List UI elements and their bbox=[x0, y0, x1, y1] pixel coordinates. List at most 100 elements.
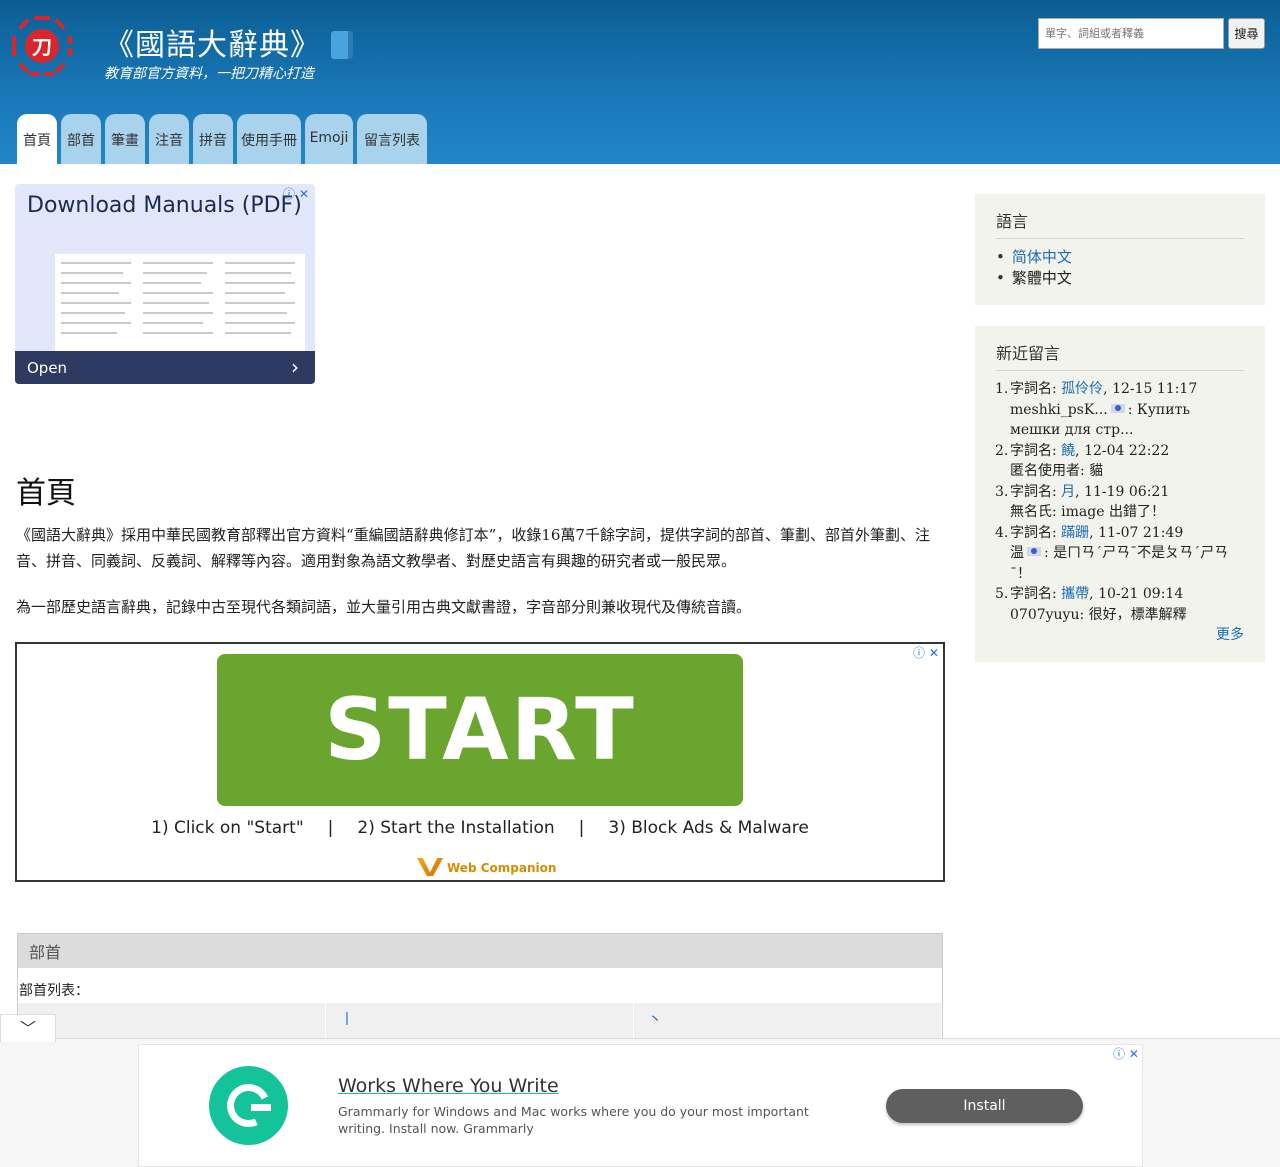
intro-paragraph: 《國語大辭典》採用中華民國教育部釋出官方資料“重編國語辭典修訂本”，收錄16萬7… bbox=[16, 526, 930, 570]
tab-emoji[interactable]: Emoji bbox=[305, 114, 353, 164]
message-number: 5. bbox=[995, 586, 1009, 602]
web-companion-logo-icon bbox=[417, 858, 443, 876]
list-item: 1. 字詞名: 孤伶伶, 12-15 11:17 meshki_psK...: … bbox=[995, 379, 1244, 441]
tab-strokes[interactable]: 筆畫 bbox=[105, 114, 145, 164]
message-word-link[interactable]: 饒 bbox=[1061, 443, 1075, 459]
ad-info-close-icon[interactable]: ⓘ ✕ bbox=[1113, 1045, 1139, 1062]
page-title: 首頁 bbox=[16, 476, 76, 511]
message-prefix: 字詞名: bbox=[1010, 586, 1057, 602]
site-title[interactable]: 《國語大辭典》 bbox=[104, 20, 353, 64]
flag-icon bbox=[1110, 403, 1125, 413]
ad-step-2: 2) Start the Installation bbox=[357, 818, 555, 838]
message-prefix: 字詞名: bbox=[1010, 524, 1057, 541]
message-user: meshki_psK... bbox=[1010, 401, 1108, 418]
language-item[interactable]: 简体中文 bbox=[996, 247, 1244, 268]
radicals-list-label: 部首列表： bbox=[19, 983, 89, 999]
language-simplified-link[interactable]: 简体中文 bbox=[1012, 248, 1072, 266]
ad-brand-name: Web Companion bbox=[447, 861, 557, 875]
ad-info-close-icon[interactable]: ⓘ ✕ bbox=[283, 185, 309, 202]
language-traditional-label: 繁體中文 bbox=[1011, 269, 1072, 287]
message-word-link[interactable]: 攜帶 bbox=[1061, 586, 1089, 602]
message-text: 貓 bbox=[1084, 463, 1104, 479]
language-box: 語言 简体中文 繁體中文 bbox=[975, 194, 1265, 305]
message-number: 1. bbox=[995, 381, 1009, 397]
message-prefix: 字詞名: bbox=[1010, 381, 1057, 397]
chevron-right-icon[interactable]: › bbox=[291, 355, 299, 379]
flag-icon bbox=[1027, 547, 1041, 556]
install-button[interactable]: Install bbox=[886, 1089, 1083, 1123]
radical-link[interactable]: 一 bbox=[18, 1003, 326, 1043]
message-text: 很好，標準解釋 bbox=[1084, 606, 1187, 623]
site-header: 刀 《國語大辭典》 教育部官方資料，一把刀精心打造 搜尋 首頁 部首 筆畫 注音… bbox=[0, 0, 1280, 164]
site-logo-icon[interactable]: 刀 bbox=[10, 14, 74, 78]
search-button[interactable]: 搜尋 bbox=[1228, 18, 1265, 49]
message-user: 温 bbox=[1010, 545, 1024, 561]
ad-headline[interactable]: Works Where You Write bbox=[338, 1075, 559, 1097]
ad-step-1: 1) Click on "Start" bbox=[151, 818, 304, 838]
site-title-text[interactable]: 《國語大辭典》 bbox=[104, 28, 321, 63]
ad-grammarly[interactable]: Works Where You Write Grammarly for Wind… bbox=[138, 1044, 1143, 1167]
chevron-down-icon[interactable]: ﹀ bbox=[20, 1019, 36, 1038]
site-subtitle: 教育部官方資料，一把刀精心打造 bbox=[104, 66, 314, 82]
language-list: 简体中文 繁體中文 bbox=[996, 247, 1244, 289]
tab-radicals[interactable]: 部首 bbox=[61, 114, 101, 164]
message-user: 匿名使用者: bbox=[1010, 463, 1085, 479]
ad-description: Grammarly for Windows and Mac works wher… bbox=[338, 1104, 809, 1136]
message-word-link[interactable]: 蹣跚 bbox=[1061, 525, 1089, 541]
ad-download-manuals[interactable]: Download Manuals (PDF) Open › ⓘ ✕ bbox=[15, 184, 315, 384]
tab-messages[interactable]: 留言列表 bbox=[357, 114, 427, 164]
ad-info-close-icon[interactable]: ⓘ ✕ bbox=[913, 644, 939, 661]
language-title: 語言 bbox=[996, 208, 1244, 239]
message-text: : 是ㄇㄢˊㄕㄢˉ不是ㄆㄢˊㄕㄢˉ！ bbox=[1010, 545, 1229, 582]
tab-manual[interactable]: 使用手冊 bbox=[237, 114, 301, 164]
ad-open-bar[interactable]: Open › bbox=[15, 351, 315, 384]
message-time: , 10-21 09:14 bbox=[1089, 586, 1184, 602]
recent-messages-list: 1. 字詞名: 孤伶伶, 12-15 11:17 meshki_psK... : … bbox=[995, 379, 1244, 625]
message-word-link[interactable]: 孤伶伶 bbox=[1061, 381, 1103, 397]
list-item: 4. 字詞名: 蹣跚, 11-07 21:49 温: 是ㄇㄢˊㄕㄢˉ不是ㄆㄢˊㄕ… bbox=[995, 523, 1244, 585]
ad-open-label[interactable]: Open bbox=[27, 359, 67, 377]
message-number: 4. bbox=[995, 524, 1009, 541]
language-item: 繁體中文 bbox=[996, 268, 1244, 289]
message-user: 無名氏: bbox=[1010, 504, 1057, 520]
ad-start-banner[interactable]: START 1) Click on "Start" | 2) Start the I… bbox=[15, 642, 945, 882]
ad-step-3: 3) Block Ads & Malware bbox=[608, 818, 809, 838]
intro-paragraph-2: 為一部歷史語言辭典，記錄中古至現代各類詞語，並大量引用古典文獻書證，字音部分則兼… bbox=[16, 598, 752, 616]
message-prefix: 字詞名: bbox=[1010, 483, 1057, 500]
ad-step-separator: | bbox=[578, 818, 585, 838]
ad-step-separator: | bbox=[327, 818, 334, 838]
message-time: , 11-07 21:49 bbox=[1089, 524, 1184, 541]
recent-messages-title: 新近留言 bbox=[996, 340, 1244, 371]
ad-start-button[interactable]: START bbox=[217, 654, 743, 806]
message-word-link[interactable]: 月 bbox=[1061, 484, 1075, 500]
message-number: 3. bbox=[995, 483, 1009, 500]
radicals-heading: 部首 bbox=[18, 934, 942, 968]
svg-text:刀: 刀 bbox=[32, 35, 52, 59]
more-messages-link[interactable]: 更多 bbox=[1216, 624, 1244, 644]
main-nav: 首頁 部首 筆畫 注音 拼音 使用手冊 Emoji 留言列表 bbox=[17, 114, 431, 164]
radicals-row: 一 丨 丶 bbox=[18, 1003, 942, 1043]
message-prefix: 字詞名: bbox=[1010, 442, 1057, 459]
tab-pinyin[interactable]: 拼音 bbox=[193, 114, 233, 164]
message-number: 2. bbox=[995, 442, 1009, 459]
tab-home[interactable]: 首頁 bbox=[17, 114, 57, 164]
list-item: 5. 字詞名: 攜帶, 10-21 09:14 0707yuyu: 很好，標準解… bbox=[995, 584, 1244, 625]
radical-link[interactable]: 丶 bbox=[634, 1003, 942, 1043]
radicals-section: 部首 部首列表： 一 丨 丶 bbox=[17, 933, 943, 1043]
search-input[interactable] bbox=[1038, 18, 1224, 49]
radical-link[interactable]: 丨 bbox=[326, 1003, 634, 1043]
ad-brand: Web Companion bbox=[417, 858, 556, 876]
book-icon bbox=[331, 31, 353, 59]
tab-zhuyin[interactable]: 注音 bbox=[149, 114, 189, 164]
message-time: , 12-04 22:22 bbox=[1075, 442, 1170, 459]
message-text: image 出錯了！ bbox=[1056, 504, 1165, 520]
list-item: 2. 字詞名: 饒, 12-04 22:22 匿名使用者: 貓 bbox=[995, 441, 1244, 482]
message-user: 0707yuyu: bbox=[1010, 606, 1085, 623]
list-item: 3. 字詞名: 月, 11-19 06:21 無名氏: image 出錯了！ bbox=[995, 482, 1244, 523]
ad-steps: 1) Click on "Start" | 2) Start the Install… bbox=[17, 818, 943, 838]
recent-messages-box: 新近留言 1. 字詞名: 孤伶伶, 12-15 11:17 meshki_psK… bbox=[975, 326, 1265, 662]
grammarly-logo-icon bbox=[209, 1066, 288, 1145]
message-time: , 12-15 11:17 bbox=[1103, 381, 1198, 397]
ad-title[interactable]: Download Manuals (PDF) bbox=[27, 192, 302, 219]
collapse-ad-button[interactable]: ﹀ bbox=[0, 1014, 56, 1042]
